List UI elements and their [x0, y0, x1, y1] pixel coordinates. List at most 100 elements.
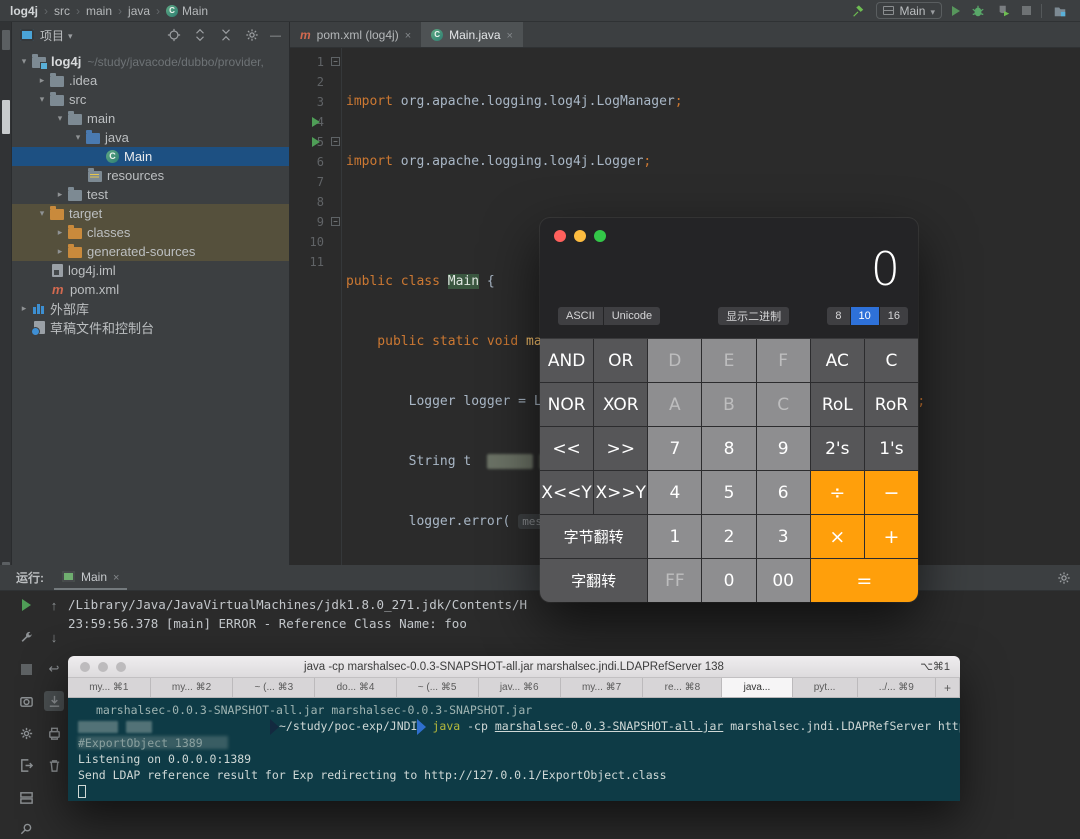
tree-item-pom-xml[interactable]: m pom.xml [12, 280, 289, 299]
tree-item-main-class[interactable]: Main [12, 147, 289, 166]
terminal-tab[interactable]: ../... ⌘9 [858, 678, 936, 697]
tree-item-classes[interactable]: classes [12, 223, 289, 242]
build-hammer-icon[interactable] [850, 3, 866, 19]
key-plus[interactable]: + [865, 515, 918, 558]
terminal-output[interactable]: marshalsec-0.0.3-SNAPSHOT-all.jar marsha… [68, 698, 960, 801]
key-shift-left[interactable]: << [540, 427, 593, 470]
run-class-gutter-icon[interactable] [312, 117, 320, 127]
project-window-icon[interactable] [1052, 3, 1068, 19]
chevron-down-icon[interactable] [52, 113, 68, 124]
down-stack-trace-icon[interactable]: ↓ [44, 627, 64, 647]
tree-item-log4j[interactable]: log4j ~/study/javacode/dubbo/provider, [12, 52, 289, 71]
stop-button[interactable] [1022, 6, 1031, 15]
chevron-down-icon[interactable] [70, 132, 86, 143]
tree-item-scratches[interactable]: 草稿文件和控制台 [12, 318, 289, 337]
stop-button[interactable] [16, 659, 36, 679]
terminal-tab[interactable]: my... ⌘1 [68, 678, 151, 697]
unicode-button[interactable]: Unicode [604, 307, 660, 325]
key-d[interactable]: D [648, 339, 701, 382]
base-8-button[interactable]: 8 [827, 307, 849, 325]
run-tab-main[interactable]: Main [54, 565, 127, 590]
key-a[interactable]: A [648, 383, 701, 426]
key-multiply[interactable]: × [811, 515, 864, 558]
tree-item-main-folder[interactable]: main [12, 109, 289, 128]
tree-item-java[interactable]: java [12, 128, 289, 147]
new-tab-button[interactable]: + [936, 678, 960, 697]
chevron-right-icon[interactable] [52, 189, 68, 200]
tool-window-stripe-button[interactable] [2, 100, 10, 134]
run-console-output[interactable]: /Library/Java/JavaVirtualMachines/jdk1.8… [68, 595, 527, 633]
key-7[interactable]: 7 [648, 427, 701, 470]
key-and[interactable]: AND [540, 339, 593, 382]
terminal-tab-active[interactable]: java... [722, 678, 792, 697]
tab-main-java[interactable]: Main.java [421, 22, 523, 47]
key-ones-complement[interactable]: 1's [865, 427, 918, 470]
key-0[interactable]: 0 [702, 559, 755, 602]
key-ff[interactable]: FF [648, 559, 701, 602]
key-divide[interactable]: ÷ [811, 471, 864, 514]
print-icon[interactable] [44, 723, 64, 743]
terminal-tab[interactable]: pyt... [793, 678, 858, 697]
edit-configuration-wrench-icon[interactable] [16, 627, 36, 647]
base-16-button[interactable]: 16 [880, 307, 908, 325]
zoom-traffic-light[interactable] [594, 230, 606, 242]
key-equals[interactable]: = [811, 559, 918, 602]
terminal-tab[interactable]: my... ⌘2 [151, 678, 234, 697]
tab-pom-xml[interactable]: m pom.xml (log4j) [290, 22, 421, 47]
soft-wrap-icon[interactable]: ↩ [44, 659, 64, 679]
key-x-shift-left-y[interactable]: X<<Y [540, 471, 593, 514]
rerun-button[interactable] [16, 595, 36, 615]
pin-icon[interactable] [16, 819, 36, 839]
close-icon[interactable] [507, 28, 513, 42]
chevron-right-icon[interactable] [52, 246, 68, 257]
chevron-right-icon[interactable] [34, 75, 50, 86]
clear-trash-icon[interactable] [44, 755, 64, 775]
key-f[interactable]: F [757, 339, 810, 382]
chevron-right-icon[interactable] [52, 227, 68, 238]
key-minus[interactable]: − [865, 471, 918, 514]
run-configuration-select[interactable]: Main [876, 2, 942, 19]
breadcrumb-item[interactable]: java [128, 4, 150, 18]
debug-bug-icon[interactable] [970, 3, 986, 19]
terminal-tab[interactable]: ~ (... ⌘5 [397, 678, 479, 697]
key-00[interactable]: 00 [757, 559, 810, 602]
scroll-to-end-icon[interactable] [44, 691, 64, 711]
key-3[interactable]: 3 [757, 515, 810, 558]
key-or[interactable]: OR [594, 339, 647, 382]
breadcrumb-item[interactable]: main [86, 4, 112, 18]
key-e[interactable]: E [702, 339, 755, 382]
hide-panel-icon[interactable] [270, 28, 281, 42]
minimize-traffic-light[interactable] [574, 230, 586, 242]
key-8[interactable]: 8 [702, 427, 755, 470]
key-4[interactable]: 4 [648, 471, 701, 514]
terminal-tab[interactable]: jav... ⌘6 [479, 678, 561, 697]
fold-region-icon[interactable] [331, 57, 340, 66]
show-binary-button[interactable]: 显示二进制 [718, 307, 789, 325]
key-hex-c[interactable]: C [757, 383, 810, 426]
locate-file-icon[interactable] [166, 27, 182, 43]
build-settings-icon[interactable] [16, 723, 36, 743]
key-twos-complement[interactable]: 2's [811, 427, 864, 470]
expand-all-icon[interactable] [192, 27, 208, 43]
tool-window-stripe-button[interactable] [2, 30, 10, 50]
key-shift-right[interactable]: >> [594, 427, 647, 470]
key-ror[interactable]: RoR [865, 383, 918, 426]
breadcrumb-item[interactable]: log4j [10, 4, 38, 18]
breadcrumb-item[interactable]: src [54, 4, 70, 18]
key-5[interactable]: 5 [702, 471, 755, 514]
key-c[interactable]: C [865, 339, 918, 382]
key-rol[interactable]: RoL [811, 383, 864, 426]
fold-region-icon[interactable] [331, 217, 340, 226]
collapse-all-icon[interactable] [218, 27, 234, 43]
run-main-gutter-icon[interactable] [312, 137, 320, 147]
tree-item-resources[interactable]: resources [12, 166, 289, 185]
key-2[interactable]: 2 [702, 515, 755, 558]
terminal-window[interactable]: java -cp marshalsec-0.0.3-SNAPSHOT-all.j… [68, 656, 960, 801]
chevron-down-icon[interactable] [34, 208, 50, 219]
key-x-shift-right-y[interactable]: X>>Y [594, 471, 647, 514]
chevron-down-icon[interactable] [68, 28, 73, 42]
close-icon[interactable] [113, 570, 119, 584]
fold-region-icon[interactable] [331, 137, 340, 146]
tree-item-external-libraries[interactable]: 外部库 [12, 299, 289, 318]
exit-icon[interactable] [16, 755, 36, 775]
